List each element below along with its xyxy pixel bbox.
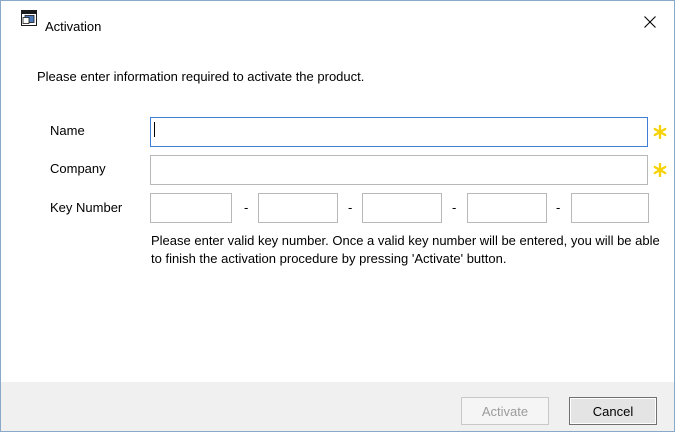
cancel-button[interactable]: Cancel	[569, 397, 657, 425]
key-number-label: Key Number	[50, 200, 123, 215]
key-part-5-input[interactable]	[571, 193, 649, 223]
company-input[interactable]	[150, 155, 648, 185]
activate-button[interactable]: Activate	[461, 397, 549, 425]
key-separator: -	[348, 200, 353, 215]
company-label: Company	[50, 161, 106, 176]
key-part-4-input[interactable]	[467, 193, 547, 223]
text-caret	[154, 122, 155, 137]
close-icon	[644, 15, 656, 33]
key-part-2-input[interactable]	[258, 193, 338, 223]
title-bar: Activation	[1, 1, 674, 34]
key-separator: -	[244, 200, 249, 215]
asterisk-icon	[653, 162, 667, 178]
key-separator: -	[556, 200, 561, 215]
name-label: Name	[50, 123, 85, 138]
instruction-text: Please enter information required to act…	[37, 69, 365, 84]
app-window-icon	[21, 10, 37, 26]
key-hint-text: Please enter valid key number. Once a va…	[151, 233, 660, 266]
key-part-3-input[interactable]	[362, 193, 442, 223]
name-input[interactable]	[150, 117, 648, 147]
asterisk-icon	[653, 124, 667, 140]
key-separator: -	[452, 200, 457, 215]
activation-dialog: Activation Please enter information requ…	[0, 0, 675, 432]
key-part-1-input[interactable]	[150, 193, 232, 223]
window-title: Activation	[45, 19, 102, 34]
close-button[interactable]	[632, 11, 668, 37]
